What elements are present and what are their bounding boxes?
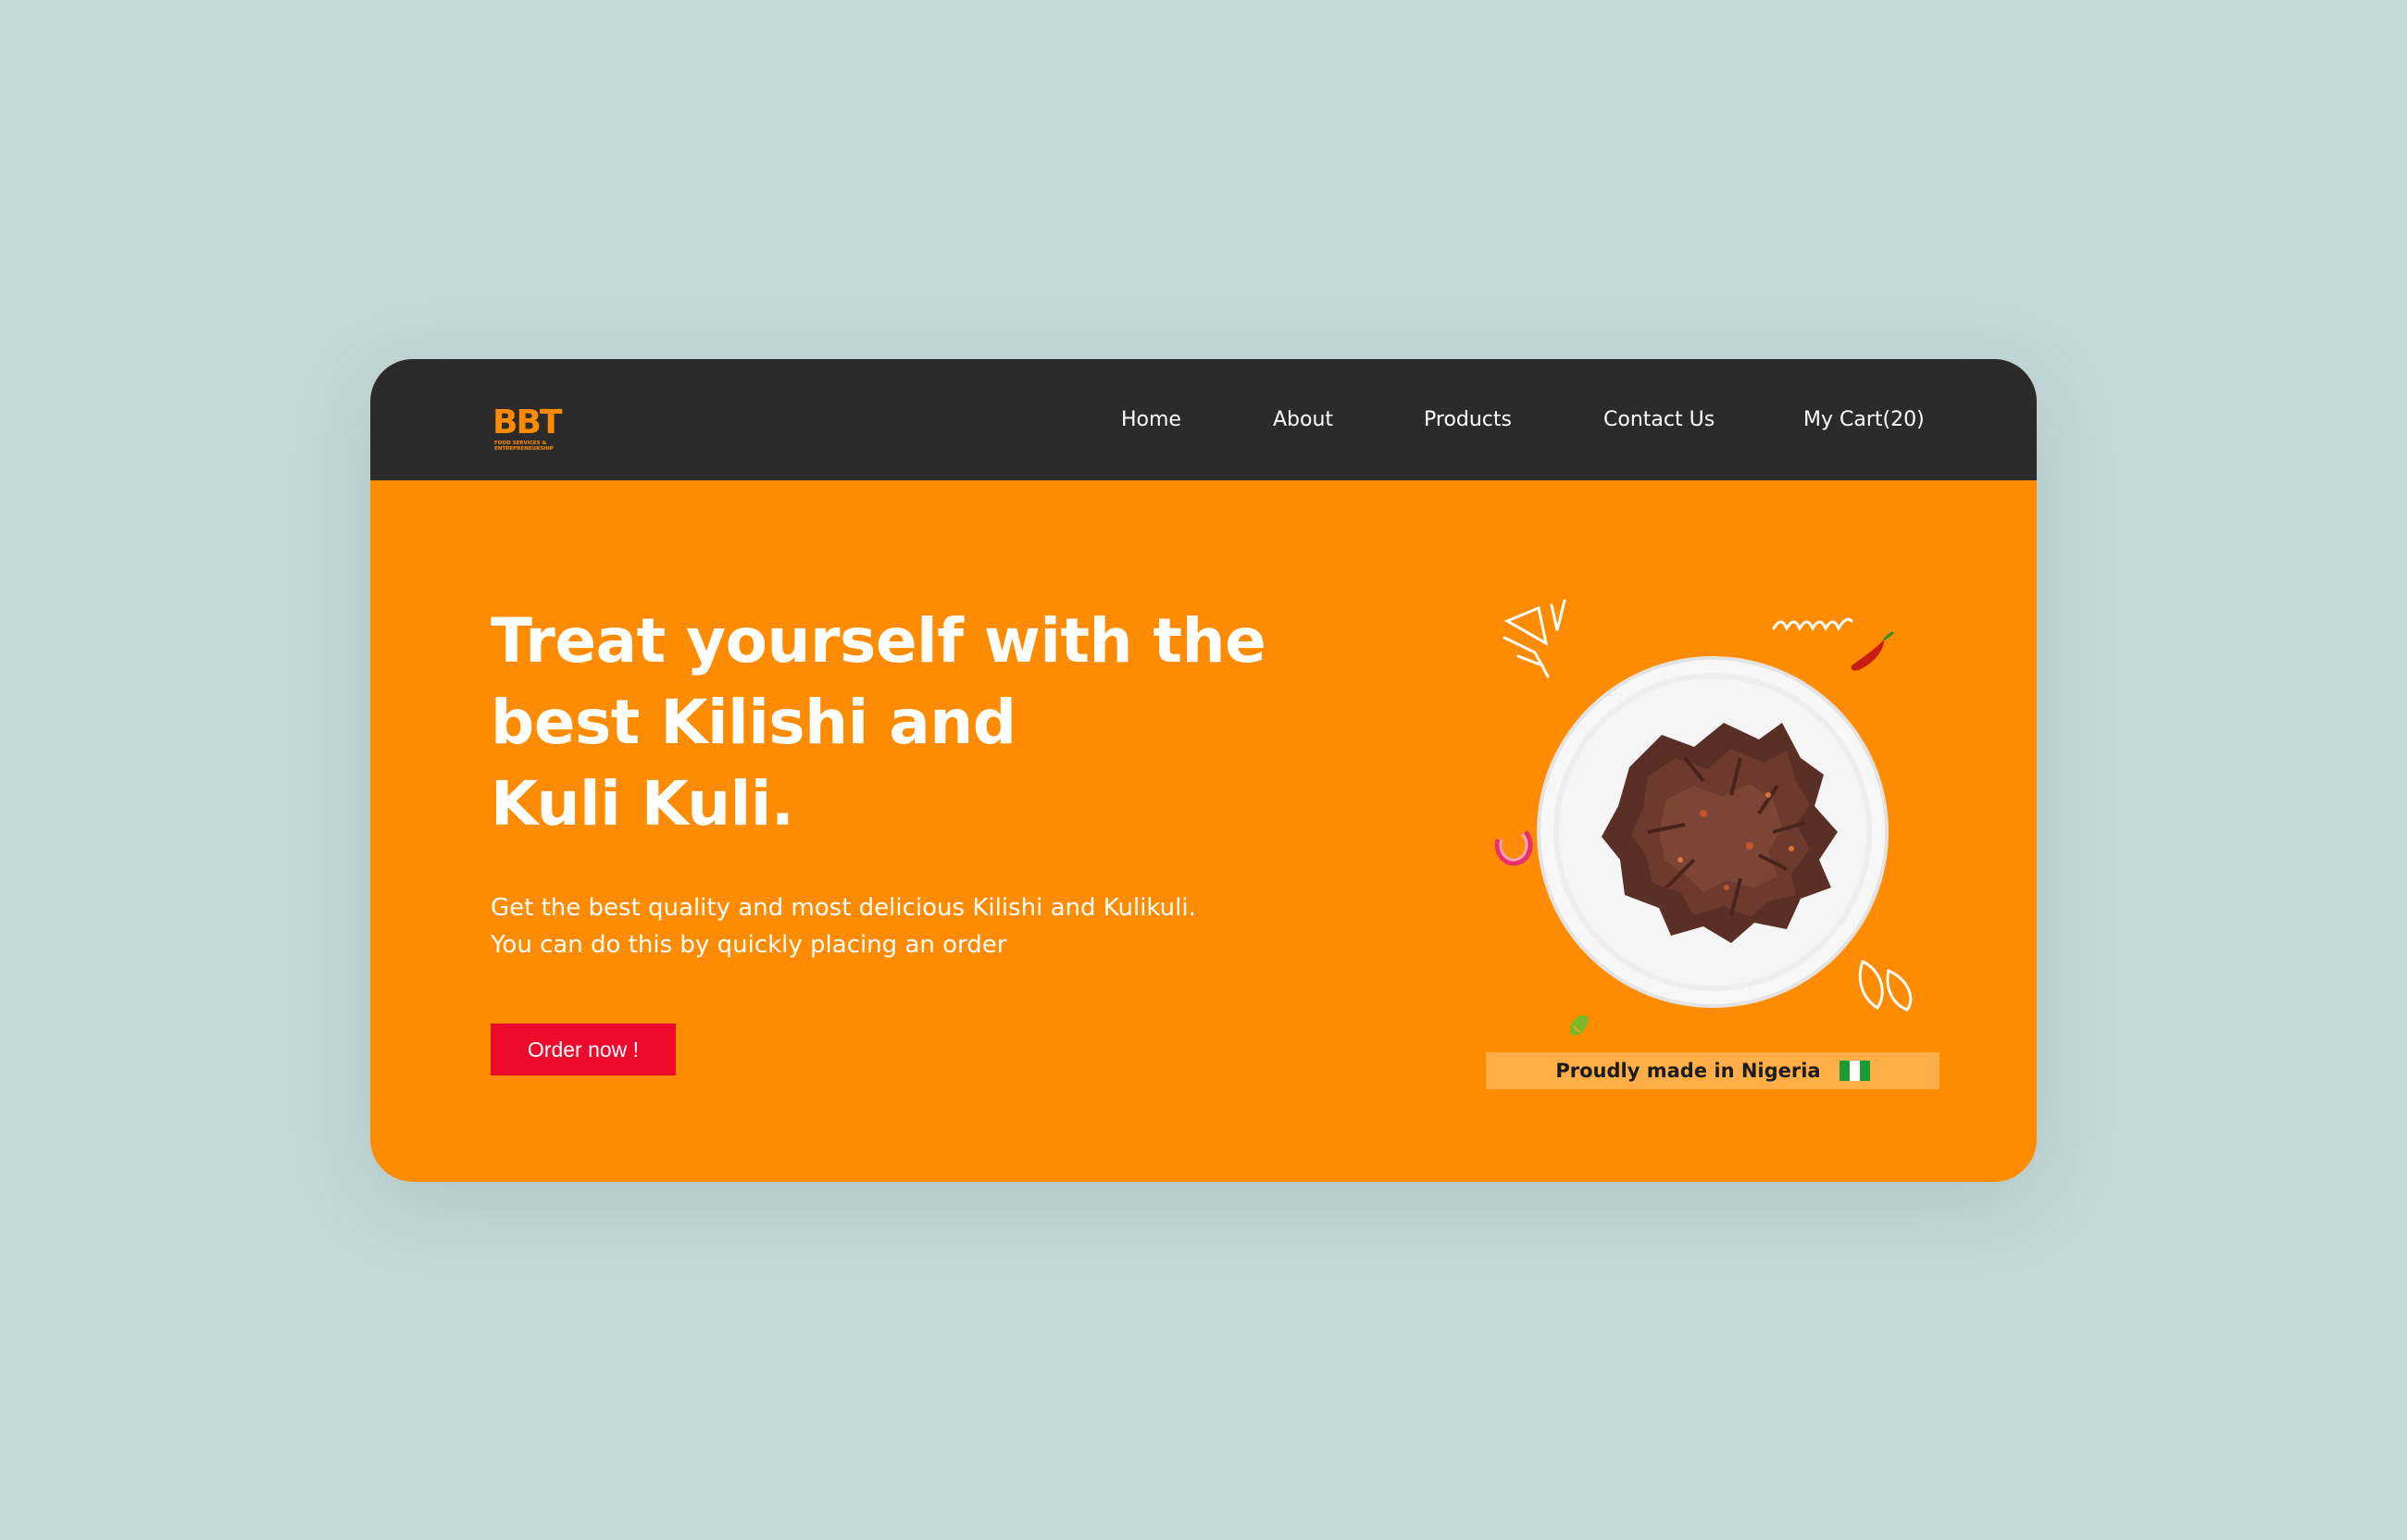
nav-products[interactable]: Products <box>1424 359 1512 480</box>
leaf-doodle-icon <box>1858 959 1913 1012</box>
red-chili-icon <box>1851 630 1894 671</box>
flag-stripe-left <box>1839 1061 1850 1081</box>
nav-about[interactable]: About <box>1273 359 1333 480</box>
flag-stripe-right <box>1859 1061 1870 1081</box>
nav-links: Home About Products Contact Us My Cart(2… <box>370 359 2037 480</box>
nav-home[interactable]: Home <box>1121 359 1181 480</box>
badge-text: Proudly made in Nigeria <box>1555 1060 1821 1082</box>
squiggle-icon <box>1772 617 1853 632</box>
nav-contact-us[interactable]: Contact Us <box>1603 359 1715 480</box>
onion-ring-icon <box>1494 830 1533 866</box>
green-pepper-icon <box>1570 1014 1589 1036</box>
made-in-nigeria-badge: Proudly made in Nigeria <box>1486 1052 1939 1089</box>
flag-stripe-middle <box>1849 1061 1860 1081</box>
nigeria-flag-icon <box>1839 1061 1870 1081</box>
landing-card: BBT FOOD SERVICES & ENTREPRENEURSHIP Hom… <box>370 359 2037 1182</box>
navbar: BBT FOOD SERVICES & ENTREPRENEURSHIP Hom… <box>370 359 2037 480</box>
nav-my-cart[interactable]: My Cart(20) <box>1803 359 1925 480</box>
doodle-lines-icon <box>1503 599 1566 678</box>
hero-section: Treat yourself with the best Kilishi and… <box>370 480 2037 1182</box>
